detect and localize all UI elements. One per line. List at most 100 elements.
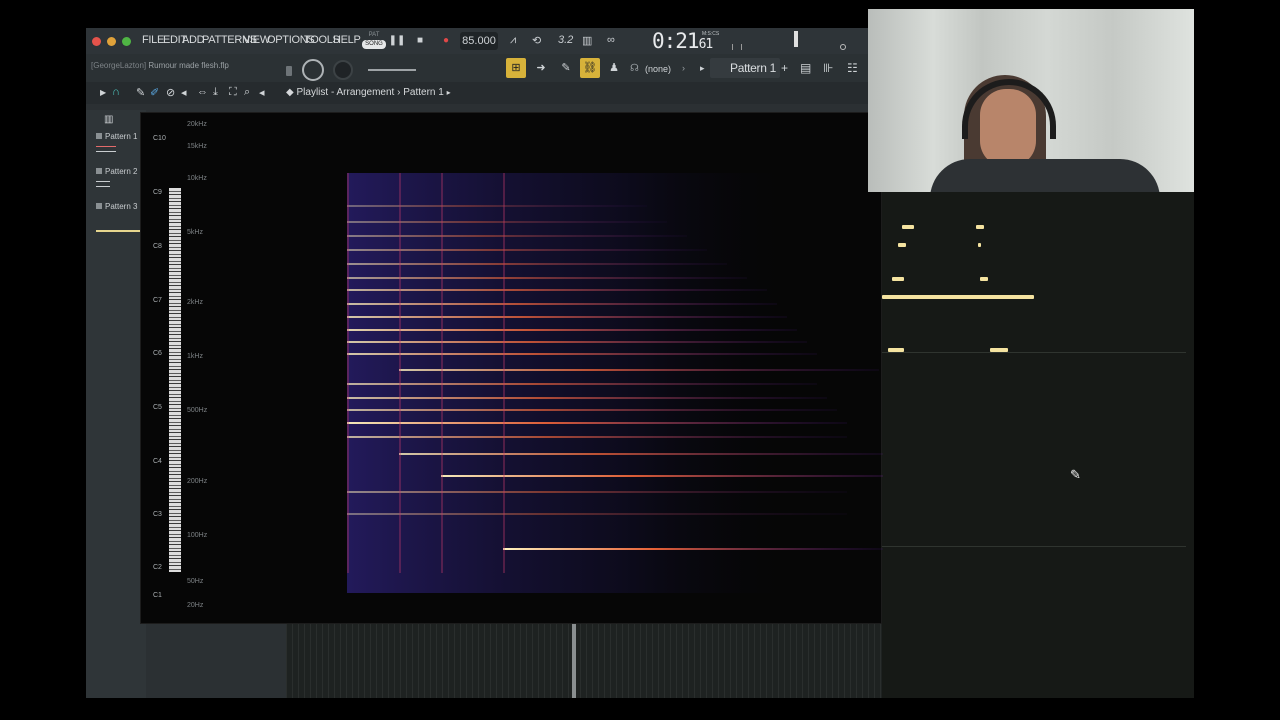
playback-tool-icon[interactable]: ◂: [259, 86, 265, 99]
harmonic-band: [347, 422, 847, 424]
plugin-icon: ♟: [609, 62, 619, 74]
harmonic-band: [347, 436, 847, 438]
link-icon: ⛓: [583, 62, 597, 74]
cpu-icon: [286, 66, 292, 76]
harmonic-band: [347, 303, 777, 305]
stop-icon: ■: [416, 35, 424, 46]
add-pattern-icon[interactable]: +: [781, 61, 788, 75]
record-button[interactable]: ●: [437, 34, 455, 48]
menu-file[interactable]: FILE: [142, 34, 164, 46]
pattern-item-3[interactable]: Pattern 3: [96, 202, 137, 211]
pattern-selector[interactable]: Pattern 1: [710, 58, 780, 78]
draw-tool-icon[interactable]: ✎: [136, 86, 145, 99]
frequency-axis-label: 1kHz: [187, 353, 203, 360]
main-volume-knob[interactable]: [302, 59, 324, 81]
harmonic-band: [347, 205, 647, 207]
pat-song-toggle[interactable]: PAT SONG: [362, 32, 386, 50]
playlist-current-pattern[interactable]: Pattern 1: [403, 87, 444, 98]
note-block-long[interactable]: [882, 295, 1034, 299]
select-tool-icon[interactable]: ⛶: [229, 86, 237, 99]
volume-peak-meter: [794, 31, 798, 47]
playlist-breadcrumb: ◆ Playlist - Arrangement › Pattern 1 ▸: [286, 87, 451, 98]
minimize-window-button[interactable]: [107, 37, 116, 46]
mixer-icon[interactable]: ⊪: [823, 61, 833, 75]
playhead-marker: [572, 624, 576, 698]
menu-help[interactable]: HELP: [333, 34, 361, 46]
wait-for-input-icon[interactable]: ⟲: [532, 34, 541, 47]
note-block[interactable]: [976, 225, 984, 229]
harmonic-band: [347, 353, 817, 355]
maximize-window-button[interactable]: [122, 37, 131, 46]
piano-roll-grid[interactable]: ✎: [882, 186, 1194, 698]
metronome-icon[interactable]: ⩘: [510, 34, 516, 47]
pattern-preview: [96, 230, 140, 232]
paint-tool-icon[interactable]: ✐: [150, 86, 159, 99]
pattern-steps-display[interactable]: 3.2: [558, 34, 573, 46]
blend-notes-icon[interactable]: ▥: [582, 34, 592, 47]
channel-icon-button[interactable]: ♟: [604, 58, 624, 78]
stop-button[interactable]: ■: [411, 34, 429, 48]
tempo-display[interactable]: 85.000: [460, 32, 498, 50]
frequency-axis-label: 20Hz: [187, 602, 204, 609]
browser-icon[interactable]: ☷: [847, 61, 858, 75]
pause-icon: ❚❚: [388, 35, 406, 46]
note-block[interactable]: [892, 277, 904, 281]
song-label: SONG: [362, 40, 386, 49]
delete-tool-icon[interactable]: ⊘: [166, 86, 175, 99]
pattern-preview: [96, 146, 116, 152]
harmonic-band: [347, 235, 687, 237]
edit-tool-button[interactable]: ✎: [556, 58, 576, 78]
frequency-axis-label: 10kHz: [187, 175, 207, 182]
playlist-timeline-area[interactable]: [286, 624, 882, 698]
channel-selector[interactable]: (none): [645, 64, 671, 74]
note-block[interactable]: [978, 243, 981, 247]
note-axis-label: C1: [153, 592, 162, 599]
onset-transient: [399, 173, 401, 573]
chevron-right-icon: ›: [682, 63, 685, 73]
pen-icon: ✎: [561, 62, 571, 74]
piano-roll-icon[interactable]: ▥: [104, 114, 113, 125]
harmonic-band: [399, 453, 883, 455]
slip-tool-icon[interactable]: ⇔: [197, 86, 208, 98]
note-block[interactable]: [902, 225, 914, 229]
slice-tool-icon[interactable]: ⤓: [213, 86, 218, 99]
harmonic-band: [347, 263, 727, 265]
zoom-tool-icon[interactable]: ⌕: [244, 86, 250, 99]
note-block[interactable]: [980, 277, 988, 281]
options-arrow-icon[interactable]: ▶: [100, 88, 106, 97]
harmonic-band: [347, 329, 797, 331]
pause-button[interactable]: ❚❚: [388, 34, 406, 48]
frequency-axis-label: 50Hz: [187, 578, 204, 585]
menu-add[interactable]: ADD: [182, 34, 205, 46]
harmonic-band: [347, 513, 847, 515]
play-small-icon[interactable]: ▸: [700, 63, 705, 74]
secondary-toolbar: [GeorgeLazton] Rumour made flesh.flp ⊞ ➜…: [86, 54, 868, 82]
pattern-item-1[interactable]: Pattern 1: [96, 132, 137, 141]
time-format-label: M:S:CS: [702, 31, 720, 37]
playlist-icon[interactable]: ▤: [800, 61, 811, 75]
note-axis-label: C6: [153, 350, 162, 357]
bar-divider: [882, 352, 1186, 353]
menu-view[interactable]: VIEW: [243, 34, 270, 46]
speaker-icon: ◆: [286, 87, 294, 98]
step-edit-button[interactable]: ➜: [531, 58, 551, 78]
output-monitor-icon: [840, 44, 846, 50]
pattern-item-2[interactable]: Pattern 2: [96, 167, 137, 176]
note-axis-label: C9: [153, 189, 162, 196]
typing-keyboard-button[interactable]: ⊞: [506, 58, 526, 78]
close-window-button[interactable]: [92, 37, 101, 46]
frequency-axis-label: 20kHz: [187, 121, 207, 128]
magnet-icon[interactable]: ∩: [112, 86, 120, 98]
arrow-right-icon: ➜: [536, 62, 546, 74]
loop-record-icon[interactable]: ∞: [607, 34, 615, 46]
note-axis-label: C7: [153, 297, 162, 304]
note-axis-label: C10: [153, 135, 166, 142]
main-pitch-knob[interactable]: [333, 60, 353, 80]
mute-tool-icon[interactable]: ◂: [181, 86, 187, 99]
harmonic-band: [347, 277, 747, 279]
onset-transient: [503, 173, 505, 573]
snap-link-button[interactable]: ⛓: [580, 58, 600, 78]
note-block[interactable]: [898, 243, 906, 247]
bar-divider: [882, 546, 1186, 547]
master-volume-slider[interactable]: [368, 69, 416, 71]
